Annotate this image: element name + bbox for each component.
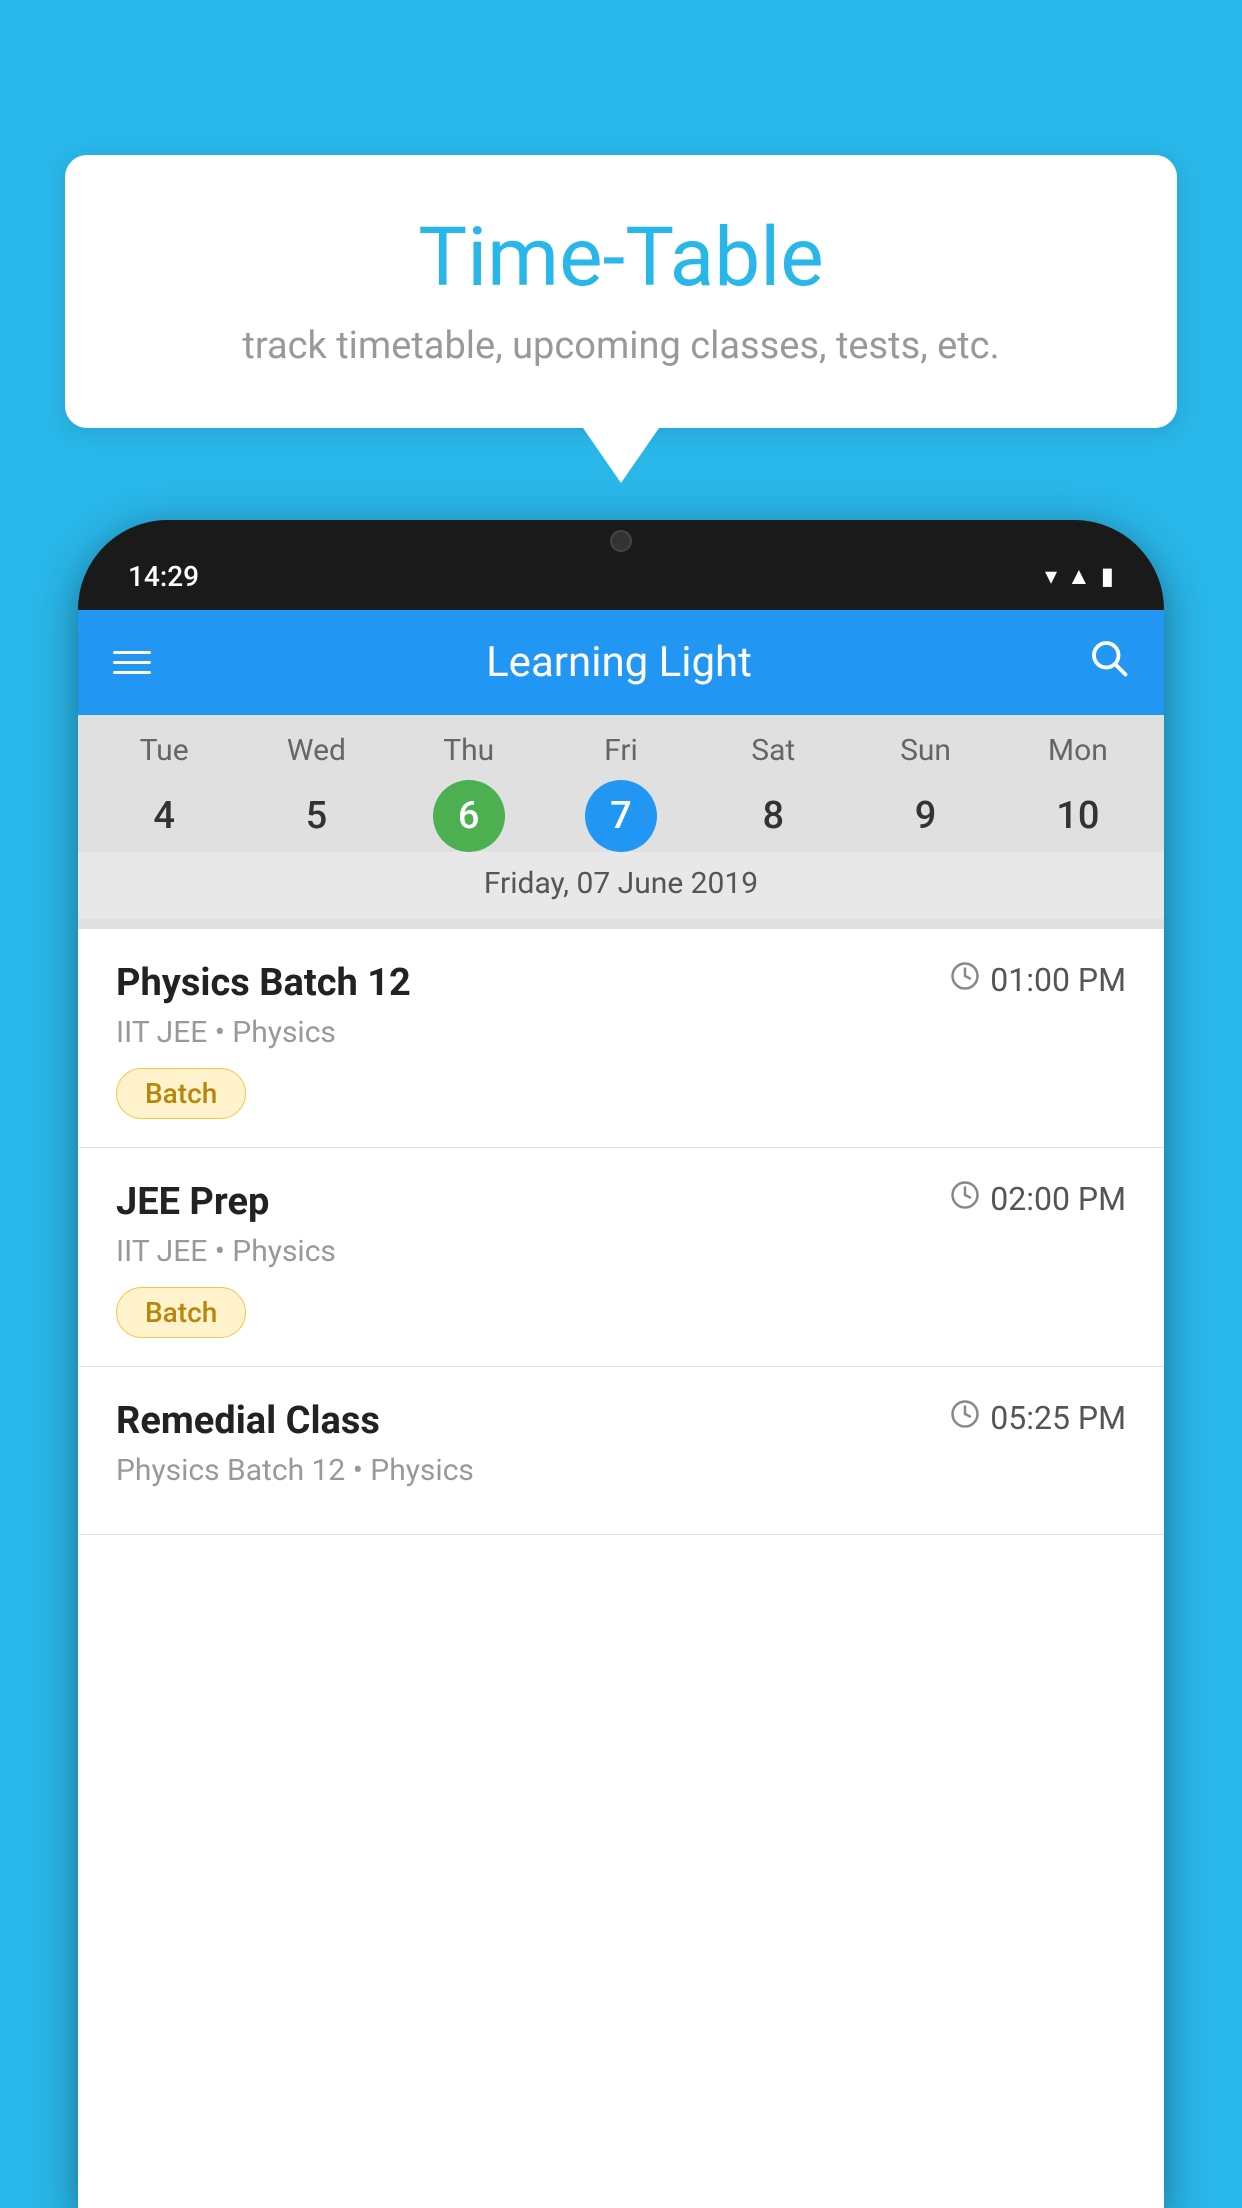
calendar-week: Tue 4 Wed 5 Thu 6 Fri 7 Sat 8	[78, 715, 1164, 929]
schedule-item-2[interactable]: JEE Prep 02:00 PM IIT JEE • Physics Batc…	[78, 1148, 1164, 1367]
clock-icon-2	[950, 1180, 980, 1218]
phone-frame: 14:29 ▾ ▲ ▮ Learning Light	[78, 520, 1164, 2208]
phone-notch	[561, 520, 681, 562]
item-1-badge: Batch	[116, 1068, 246, 1119]
item-2-badge: Batch	[116, 1287, 246, 1338]
schedule-item-1[interactable]: Physics Batch 12 01:00 PM IIT JEE • Phys…	[78, 929, 1164, 1148]
day-mon[interactable]: Mon 10	[1013, 733, 1143, 852]
schedule-item-3[interactable]: Remedial Class 05:25 PM Physics Batch 12…	[78, 1367, 1164, 1535]
wifi-icon: ▾	[1045, 562, 1057, 590]
speech-bubble-section: Time-Table track timetable, upcoming cla…	[65, 155, 1177, 483]
app-screen: Learning Light Tue 4 Wed 5 T	[78, 610, 1164, 2208]
item-2-meta: IIT JEE • Physics	[116, 1234, 1126, 1269]
signal-icon: ▲	[1067, 562, 1091, 591]
search-button[interactable]	[1087, 636, 1129, 689]
menu-button[interactable]	[113, 651, 151, 674]
app-toolbar: Learning Light	[78, 610, 1164, 715]
clock-icon-1	[950, 961, 980, 999]
selected-date: Friday, 07 June 2019	[78, 852, 1164, 919]
clock-icon-3	[950, 1399, 980, 1437]
day-thu[interactable]: Thu 6	[404, 733, 534, 852]
item-2-name: JEE Prep	[116, 1180, 269, 1224]
status-icons: ▾ ▲ ▮	[1045, 562, 1114, 591]
day-wed[interactable]: Wed 5	[251, 733, 381, 852]
item-3-time: 05:25 PM	[950, 1399, 1126, 1437]
app-title: Learning Light	[181, 638, 1057, 687]
schedule-list: Physics Batch 12 01:00 PM IIT JEE • Phys…	[78, 929, 1164, 2208]
speech-bubble: Time-Table track timetable, upcoming cla…	[65, 155, 1177, 428]
day-fri[interactable]: Fri 7	[556, 733, 686, 852]
front-camera	[610, 530, 632, 552]
bubble-arrow	[583, 428, 659, 483]
day-sun[interactable]: Sun 9	[861, 733, 991, 852]
day-sat[interactable]: Sat 8	[708, 733, 838, 852]
item-2-time: 02:00 PM	[950, 1180, 1126, 1218]
days-row: Tue 4 Wed 5 Thu 6 Fri 7 Sat 8	[78, 733, 1164, 852]
item-3-name: Remedial Class	[116, 1399, 380, 1443]
bubble-subtitle: track timetable, upcoming classes, tests…	[125, 324, 1117, 368]
item-1-time: 01:00 PM	[950, 961, 1126, 999]
bubble-title: Time-Table	[125, 210, 1117, 306]
item-1-meta: IIT JEE • Physics	[116, 1015, 1126, 1050]
item-3-meta: Physics Batch 12 • Physics	[116, 1453, 1126, 1488]
battery-icon: ▮	[1101, 562, 1114, 590]
item-1-name: Physics Batch 12	[116, 961, 411, 1005]
status-bar: 14:29 ▾ ▲ ▮	[78, 520, 1164, 610]
day-tue[interactable]: Tue 4	[99, 733, 229, 852]
status-time: 14:29	[128, 560, 199, 593]
